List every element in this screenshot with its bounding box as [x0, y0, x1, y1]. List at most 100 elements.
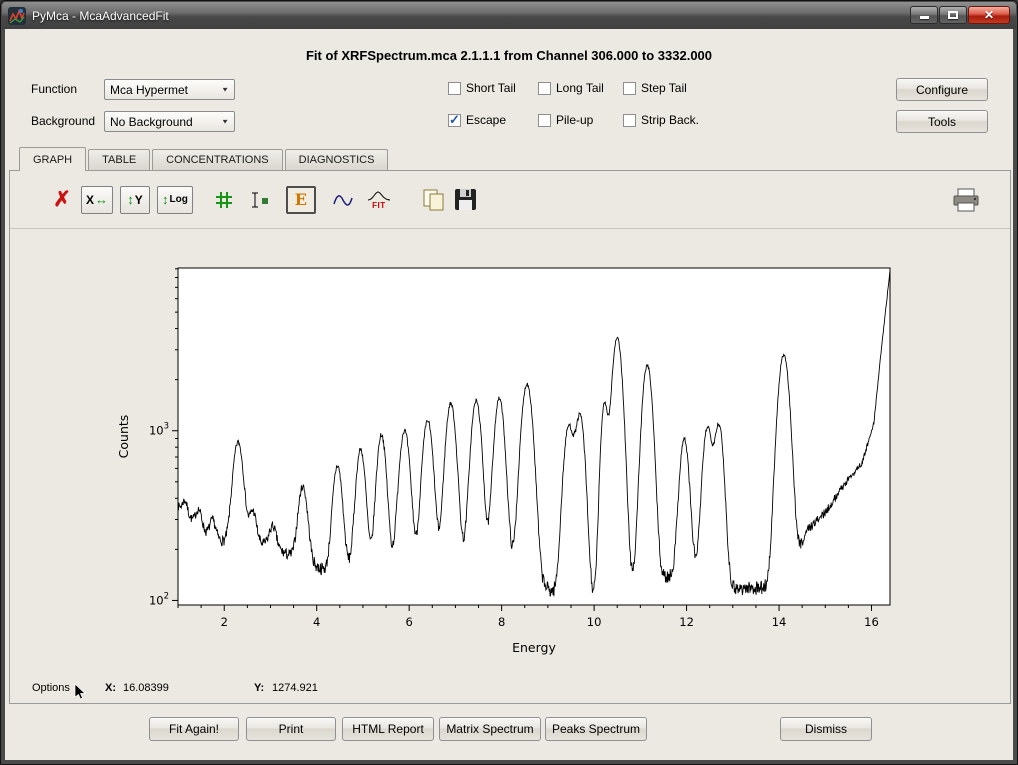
- options-label[interactable]: Options: [32, 682, 70, 694]
- html-report-button[interactable]: HTML Report: [342, 717, 434, 741]
- x-autoscale-button[interactable]: X ↔: [81, 186, 113, 214]
- fit-button-label: FIT: [372, 202, 386, 210]
- copy-icon: [421, 188, 447, 212]
- function-combobox-value: Mca Hypermet: [110, 83, 188, 97]
- background-combobox-value: No Background: [110, 115, 193, 129]
- errorbar-points-icon: [250, 190, 272, 210]
- tools-button[interactable]: Tools: [896, 110, 988, 133]
- long-tail-label: Long Tail: [556, 81, 604, 95]
- grid-toggle-button[interactable]: [212, 186, 236, 214]
- x-tick-label: 2: [221, 615, 228, 629]
- y-autoscale-button[interactable]: ↕ Y: [120, 186, 150, 214]
- x-tick-label: 8: [498, 615, 505, 629]
- strip-back-checkbox-box[interactable]: ✓: [623, 114, 636, 127]
- footer-button-row: Fit Again! Print HTML Report Matrix Spec…: [5, 717, 1013, 747]
- matrix-spectrum-button[interactable]: Matrix Spectrum: [439, 717, 541, 741]
- plot-toolbar: ✗ X ↔ ↕ Y ↕ Log: [10, 171, 1010, 229]
- minimize-icon: [920, 16, 929, 19]
- x-autoscale-label: X: [86, 193, 94, 207]
- short-tail-checkbox[interactable]: ✓ Short Tail: [448, 81, 516, 95]
- fit-again-button[interactable]: Fit Again!: [149, 717, 239, 741]
- log-scale-label: Log: [170, 194, 188, 205]
- cursor-x-value: 16.08399: [123, 682, 169, 694]
- short-tail-checkbox-box[interactable]: ✓: [448, 82, 461, 95]
- peaks-spectrum-button[interactable]: Peaks Spectrum: [545, 717, 647, 741]
- window-title: PyMca - McaAdvancedFit: [32, 9, 169, 23]
- print-button[interactable]: [952, 186, 980, 214]
- dismiss-button[interactable]: Dismiss: [780, 717, 872, 741]
- close-icon: ✕: [984, 8, 994, 22]
- background-combobox[interactable]: No Background ▼: [104, 111, 235, 132]
- tab-graph[interactable]: GRAPH: [19, 147, 86, 171]
- background-label: Background: [31, 114, 95, 128]
- save-button[interactable]: [454, 186, 478, 214]
- cursor-y-value: 1274.921: [272, 682, 318, 694]
- y-tick-label: 102: [149, 591, 169, 607]
- fit-header-title: Fit of XRFSpectrum.mca 2.1.1.1 from Chan…: [5, 48, 1013, 63]
- tab-bar: GRAPH TABLE CONCENTRATIONS DIAGNOSTICS: [19, 147, 390, 170]
- escape-label: Escape: [466, 113, 506, 127]
- pileup-checkbox[interactable]: ✓ Pile-up: [538, 113, 593, 127]
- y-axis-label: Counts: [116, 415, 131, 459]
- printer-icon: [952, 187, 980, 213]
- maximize-button[interactable]: [939, 6, 967, 24]
- plot-area[interactable]: [178, 268, 890, 605]
- vertical-arrows-icon: ↕: [127, 192, 134, 207]
- derivative-squiggle-icon: [332, 190, 354, 210]
- y-autoscale-label: Y: [135, 193, 143, 207]
- mouse-cursor-icon: [74, 684, 86, 700]
- configure-button[interactable]: Configure: [896, 78, 988, 101]
- copy-button[interactable]: [421, 186, 447, 214]
- tab-table[interactable]: TABLE: [88, 149, 150, 170]
- escape-checkbox-box[interactable]: ✓: [448, 114, 461, 127]
- log-scale-button[interactable]: ↕ Log: [157, 186, 193, 214]
- fit-button[interactable]: FIT: [366, 186, 392, 214]
- horizontal-arrows-icon: ↔: [95, 192, 108, 207]
- function-label: Function: [31, 82, 77, 96]
- x-tick-label: 14: [772, 615, 787, 629]
- cursor-x-label: X:: [105, 682, 116, 694]
- step-tail-checkbox[interactable]: ✓ Step Tail: [623, 81, 687, 95]
- long-tail-checkbox[interactable]: ✓ Long Tail: [538, 81, 604, 95]
- strip-back-checkbox[interactable]: ✓ Strip Back.: [623, 113, 699, 127]
- energy-toggle-label: E: [295, 190, 307, 209]
- points-toggle-button[interactable]: [249, 186, 273, 214]
- fit-peak-icon: [366, 190, 392, 202]
- strip-back-label: Strip Back.: [641, 113, 699, 127]
- tab-diagnostics[interactable]: DIAGNOSTICS: [285, 149, 389, 170]
- escape-checkbox[interactable]: ✓ Escape: [448, 113, 506, 127]
- clear-plot-button[interactable]: ✗: [50, 186, 74, 214]
- save-icon: [454, 188, 477, 211]
- print-report-button[interactable]: Print: [246, 717, 336, 741]
- pileup-checkbox-box[interactable]: ✓: [538, 114, 551, 127]
- close-button[interactable]: ✕: [968, 6, 1010, 24]
- vertical-arrows-icon: ↕: [162, 192, 169, 207]
- window: PyMca - McaAdvancedFit ✕ Fit of XRFSpect…: [0, 0, 1018, 765]
- y-tick-label: 103: [149, 422, 169, 438]
- derivative-button[interactable]: [331, 186, 355, 214]
- minimize-button[interactable]: [910, 6, 938, 24]
- status-bar: Options X: 16.08399 Y: 1274.921: [10, 682, 1010, 698]
- step-tail-label: Step Tail: [641, 81, 687, 95]
- maximize-icon: [948, 11, 958, 19]
- spectrum-chart: 246810121416102103EnergyCounts: [10, 231, 1010, 681]
- chevron-down-icon: ▼: [221, 86, 229, 93]
- chevron-down-icon: ▼: [221, 118, 229, 125]
- tab-concentrations[interactable]: CONCENTRATIONS: [152, 149, 282, 170]
- long-tail-checkbox-box[interactable]: ✓: [538, 82, 551, 95]
- x-axis-label: Energy: [512, 640, 556, 655]
- grid-icon: [214, 190, 234, 210]
- short-tail-label: Short Tail: [466, 81, 516, 95]
- graph-tab-panel: ✗ X ↔ ↕ Y ↕ Log: [9, 170, 1011, 704]
- function-combobox[interactable]: Mca Hypermet ▼: [104, 79, 235, 100]
- title-bar[interactable]: PyMca - McaAdvancedFit ✕: [2, 2, 1016, 29]
- cursor-y-label: Y:: [254, 682, 264, 694]
- spectrum-chart-svg: 246810121416102103EnergyCounts: [10, 231, 1010, 681]
- x-tick-label: 6: [406, 615, 413, 629]
- x-tick-label: 12: [679, 615, 694, 629]
- check-icon: ✓: [449, 112, 460, 128]
- energy-axis-toggle-button[interactable]: E: [286, 186, 316, 214]
- step-tail-checkbox-box[interactable]: ✓: [623, 82, 636, 95]
- x-tick-label: 4: [313, 615, 320, 629]
- app-icon: [8, 7, 26, 25]
